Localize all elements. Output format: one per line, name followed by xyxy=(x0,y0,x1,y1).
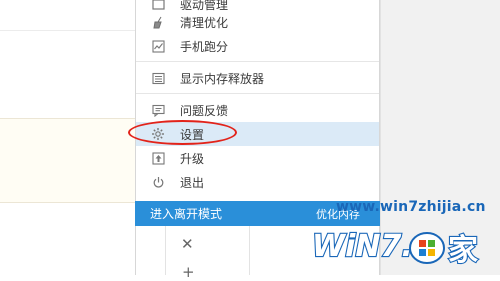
divider xyxy=(0,30,135,31)
menu-separator xyxy=(136,61,379,62)
menu-item-clean[interactable]: 清理优化 xyxy=(136,10,379,34)
menu-item-label: 清理优化 xyxy=(180,15,229,30)
menu-item-benchmark[interactable]: 手机跑分 xyxy=(136,34,379,58)
memory-icon xyxy=(151,71,165,85)
menu-item-memory[interactable]: 显示内存释放器 xyxy=(136,66,379,90)
broom-icon xyxy=(151,15,165,29)
menu-item-upgrade[interactable]: 升级 xyxy=(136,146,379,170)
upgrade-icon xyxy=(151,151,165,165)
menu-item-label: 升级 xyxy=(180,151,205,166)
side-toolbar: ✕ + xyxy=(165,226,250,281)
add-icon[interactable]: + xyxy=(182,263,195,281)
power-icon xyxy=(151,175,165,189)
highlight-ellipse xyxy=(128,120,237,145)
chat-icon xyxy=(151,103,165,117)
toggle-mode-button[interactable]: 进入离开模式 xyxy=(150,205,222,222)
bottom-action-bar: 进入离开模式 优化内存 xyxy=(135,201,380,226)
panel-edge xyxy=(380,0,381,275)
chart-icon xyxy=(151,39,165,53)
menu-item-label: 问题反馈 xyxy=(180,103,229,118)
menu-item-label: 手机跑分 xyxy=(180,39,229,54)
menu-item-feedback[interactable]: 问题反馈 xyxy=(136,98,379,122)
notice-band xyxy=(0,118,135,203)
close-icon[interactable]: ✕ xyxy=(181,235,194,253)
background-left-panel xyxy=(0,0,135,275)
optimize-memory-button[interactable]: 优化内存 xyxy=(316,206,360,222)
menu-item-exit[interactable]: 退出 xyxy=(136,170,379,194)
menu-item-label: 退出 xyxy=(180,175,205,190)
menu-separator xyxy=(136,93,379,94)
menu-item-label: 显示内存释放器 xyxy=(180,71,265,86)
background-right-panel xyxy=(380,0,500,275)
